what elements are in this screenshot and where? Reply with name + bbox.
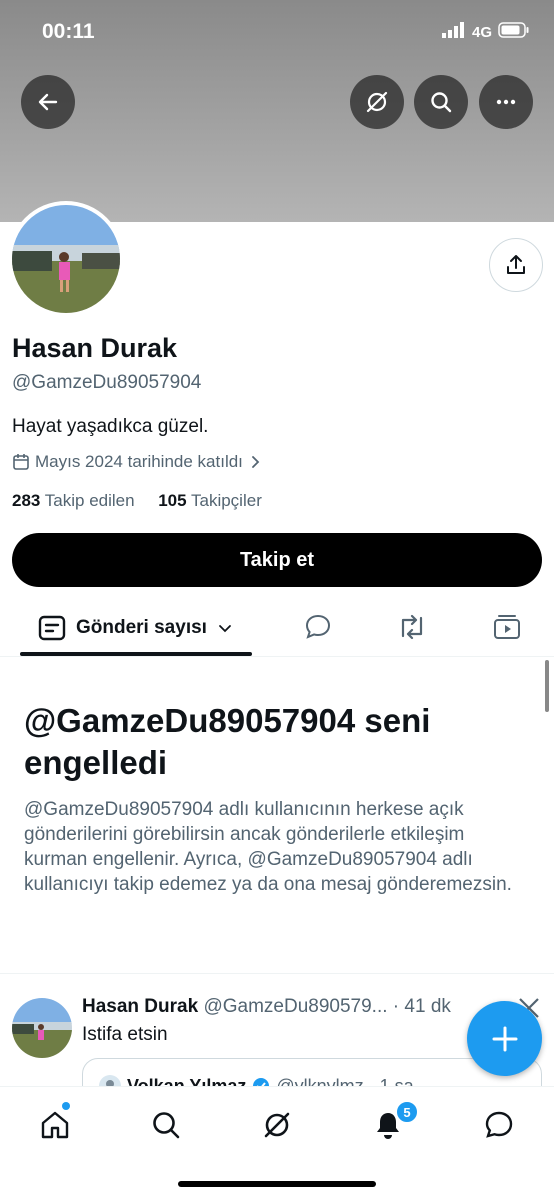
- battery-icon: [498, 22, 530, 42]
- messages-icon: [485, 1111, 513, 1138]
- search-button[interactable]: [414, 75, 468, 129]
- posts-icon: [38, 615, 66, 641]
- following-count: 283: [12, 491, 41, 510]
- calendar-icon: [13, 454, 29, 470]
- more-button[interactable]: [479, 75, 533, 129]
- tab-posts-label: Gönderi sayısı: [76, 617, 207, 638]
- home-indicator[interactable]: [178, 1181, 376, 1187]
- nav-home[interactable]: [35, 1105, 75, 1145]
- status-time: 00:11: [42, 20, 95, 43]
- tab-replies[interactable]: [303, 612, 333, 647]
- tweet-text: Istifa etsin: [82, 1024, 168, 1045]
- nav-messages[interactable]: [479, 1105, 519, 1145]
- active-tab-indicator: [20, 652, 252, 656]
- tab-posts[interactable]: Gönderi sayısı: [38, 614, 233, 642]
- profile-name: Hasan Durak: [12, 333, 178, 363]
- tweet-header: Hasan Durak @GamzeDu890579... · 41 dk: [82, 996, 451, 1018]
- joined-date[interactable]: Mayıs 2024 tarihinde katıldı: [12, 452, 262, 472]
- back-button[interactable]: [21, 75, 75, 129]
- follow-button[interactable]: Takip et: [12, 533, 542, 587]
- plus-icon: [492, 1026, 517, 1051]
- scrollbar[interactable]: [545, 660, 549, 712]
- grok-icon: [264, 1112, 290, 1138]
- media-icon: [494, 615, 520, 639]
- more-horizontal-icon: [496, 99, 516, 105]
- followers-label: Takipçiler: [191, 491, 262, 510]
- retweet-icon: [401, 614, 423, 640]
- joined-label: Mayıs 2024 tarihinde katıldı: [35, 452, 243, 471]
- search-icon: [431, 92, 452, 113]
- following-link[interactable]: 283 Takip edilen: [12, 491, 135, 510]
- nav-grok[interactable]: [257, 1105, 297, 1145]
- tweet-avatar[interactable]: [12, 998, 72, 1058]
- profile-avatar[interactable]: [8, 201, 124, 317]
- arrow-left-icon: [38, 93, 58, 111]
- grok-icon: [366, 91, 388, 113]
- share-icon: [507, 255, 525, 274]
- notifications-badge: 5: [395, 1100, 419, 1124]
- nav-search[interactable]: [146, 1105, 186, 1145]
- share-button[interactable]: [489, 238, 543, 292]
- network-label: 4G: [471, 23, 492, 41]
- blocked-title: @GamzeDu89057904 seni engelledi: [24, 702, 431, 781]
- home-unread-dot: [62, 1102, 70, 1110]
- blocked-description: @GamzeDu89057904 adlı kullanıcının herke…: [24, 799, 512, 895]
- profile-handle: @GamzeDu89057904: [12, 372, 202, 393]
- tab-reposts[interactable]: [396, 612, 428, 647]
- following-label: Takip edilen: [44, 491, 135, 510]
- signal-icon: [441, 22, 466, 42]
- followers-count: 105: [158, 491, 187, 510]
- profile-tabs: Gönderi sayısı: [0, 600, 554, 657]
- tab-media[interactable]: [492, 612, 522, 647]
- avatar-photo: [12, 205, 120, 313]
- tweet-handle: @GamzeDu890579...: [203, 996, 388, 1017]
- profile-bio: Hayat yaşadıkca güzel.: [12, 416, 209, 437]
- chevron-down-icon: [219, 625, 231, 633]
- status-bar: 00:11 4G: [0, 0, 554, 64]
- compose-button[interactable]: [467, 1001, 542, 1076]
- tweet-time: · 41 dk: [392, 996, 451, 1017]
- search-icon: [153, 1112, 180, 1139]
- follow-stats: 283 Takip edilen 105 Takipçiler: [12, 491, 262, 511]
- reply-icon: [305, 614, 331, 639]
- home-icon: [41, 1111, 69, 1139]
- grok-button[interactable]: [350, 75, 404, 129]
- chevron-right-icon: [252, 456, 260, 468]
- divider: [0, 973, 554, 974]
- avatar-photo: [12, 998, 72, 1058]
- followers-link[interactable]: 105 Takipçiler: [158, 491, 262, 510]
- tweet-author[interactable]: Hasan Durak: [82, 996, 198, 1017]
